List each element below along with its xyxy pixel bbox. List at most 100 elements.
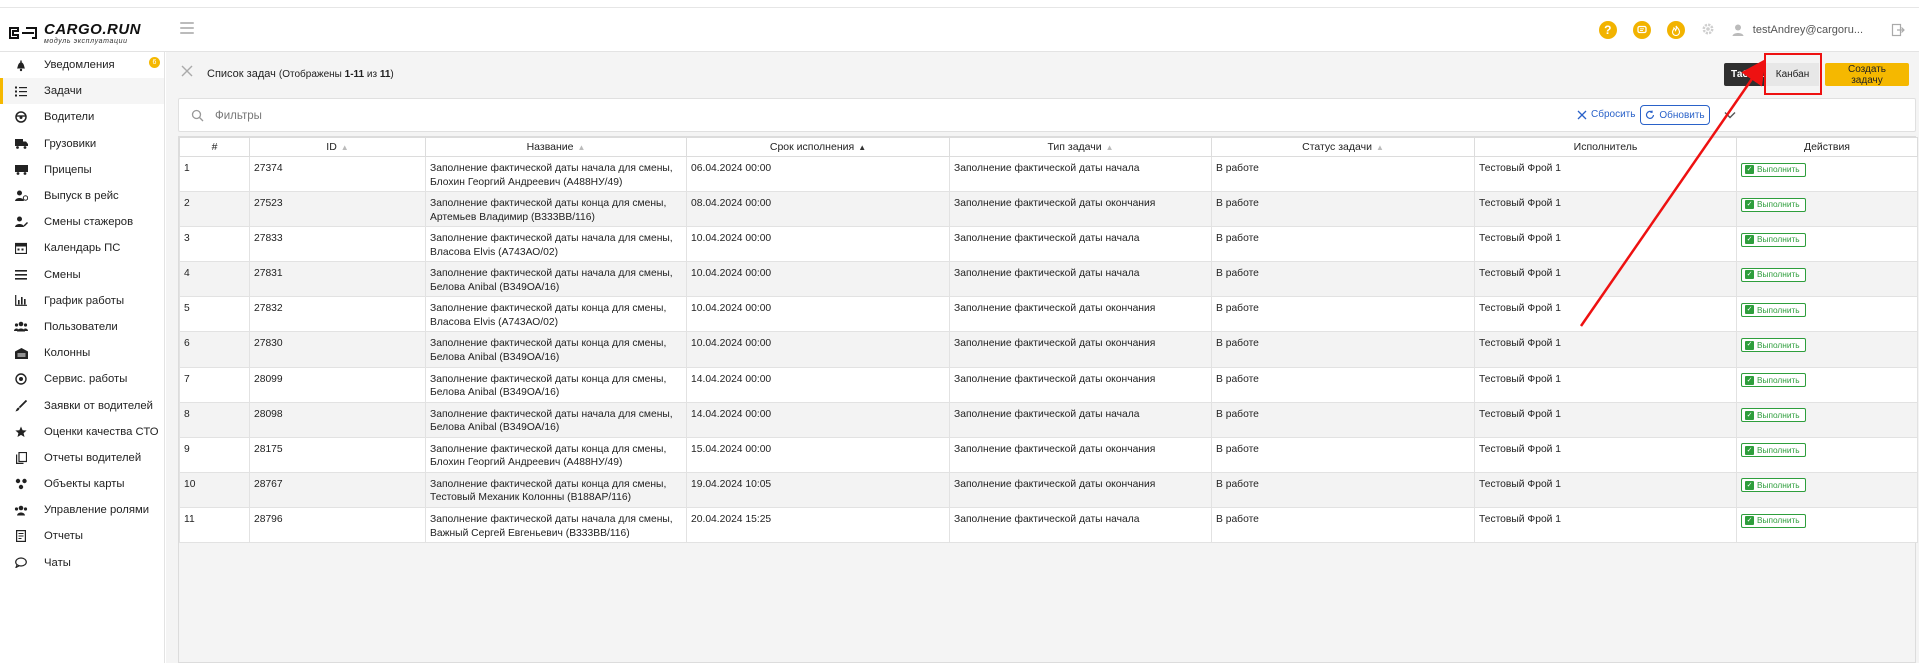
complete-task-button[interactable]: ✓ Выполнить <box>1741 197 1806 212</box>
sidebar-item-8[interactable]: Календарь ПС <box>0 235 164 261</box>
sidebar-item-5[interactable]: Прицепы <box>0 157 164 183</box>
cell-id: 27523 <box>249 191 426 228</box>
gear-icon[interactable] <box>1701 22 1717 38</box>
complete-task-button[interactable]: ✓ Выполнить <box>1741 443 1806 458</box>
cell-actions: ✓ Выполнить <box>1736 471 1918 508</box>
logout-icon[interactable] <box>1891 23 1905 37</box>
bell-icon <box>14 58 28 72</box>
sidebar-item-16[interactable]: Отчеты водителей <box>0 445 164 471</box>
sidebar-item-label: Грузовики <box>44 137 97 150</box>
table-row[interactable]: 9 28175 Заполнение фактической даты конца … <box>179 436 1918 473</box>
table-row[interactable]: 11 28796 Заполнение фактической даты начал… <box>179 506 1918 544</box>
logo[interactable]: CARGO.RUN модуль эксплуатации <box>8 21 141 45</box>
trailer-icon <box>14 163 28 177</box>
sidebar-item-15[interactable]: Оценки качества СТО <box>0 419 164 445</box>
user-icon <box>1732 24 1744 36</box>
complete-task-button[interactable]: ✓ Выполнить <box>1741 162 1806 177</box>
sidebar-item-14[interactable]: Заявки от водителей <box>0 392 164 418</box>
table-view-button[interactable]: Таблица <box>1724 63 1766 86</box>
table-row[interactable]: 8 28098 Заполнение фактической даты начала… <box>179 401 1918 438</box>
sidebar-item-4[interactable]: Грузовики <box>0 131 164 157</box>
cell-due: 10.04.2024 00:00 <box>686 261 950 298</box>
check-icon: ✓ <box>1745 445 1754 455</box>
fire-icon[interactable] <box>1666 21 1685 39</box>
cell-due: 08.04.2024 00:00 <box>686 191 950 228</box>
comment-icon <box>14 556 28 570</box>
filter-input[interactable] <box>215 106 1415 126</box>
cell-id: 27830 <box>249 331 426 368</box>
help-icon[interactable]: ? <box>1598 21 1617 39</box>
list-icon <box>14 268 28 282</box>
menu-toggle-icon[interactable] <box>180 22 194 34</box>
complete-task-button[interactable]: ✓ Выполнить <box>1741 408 1806 423</box>
sidebar-item-label: Чаты <box>44 556 71 569</box>
sidebar-item-12[interactable]: Колонны <box>0 340 164 366</box>
sidebar-item-3[interactable]: Водители <box>0 104 164 130</box>
reset-filters-button[interactable]: Сбросить <box>1577 109 1635 120</box>
column-header: Действия <box>1736 137 1918 157</box>
column-header[interactable]: ID ▲︎ <box>249 137 426 157</box>
table-row[interactable]: 5 27832 Заполнение фактической даты конца … <box>179 296 1918 333</box>
complete-task-button[interactable]: ✓ Выполнить <box>1741 232 1806 247</box>
sidebar-item-2[interactable]: Задачи <box>0 78 164 105</box>
create-task-button[interactable]: Создать задачу <box>1825 63 1909 86</box>
cell-number: 4 <box>179 261 250 298</box>
complete-task-button[interactable]: ✓ Выполнить <box>1741 338 1806 353</box>
column-header[interactable]: Тип задачи ▲︎ <box>949 137 1212 157</box>
cell-number: 10 <box>179 471 250 508</box>
sidebar-item-13[interactable]: Сервис. работы <box>0 366 164 392</box>
check-icon: ✓ <box>1745 165 1754 175</box>
table-row[interactable]: 6 27830 Заполнение фактической даты конца … <box>179 331 1918 368</box>
column-header[interactable]: Название ▲︎ <box>425 137 687 157</box>
sidebar-item-6[interactable]: Выпуск в рейс <box>0 183 164 209</box>
sidebar-item-label: Управление ролями <box>44 504 150 517</box>
cell-id: 27831 <box>249 261 426 298</box>
complete-task-button[interactable]: ✓ Выполнить <box>1741 478 1806 493</box>
column-header[interactable]: Статус задачи ▲︎ <box>1211 137 1475 157</box>
table-row[interactable]: 4 27831 Заполнение фактической даты начала… <box>179 261 1918 298</box>
column-header-label: Исполнитель <box>1573 141 1638 153</box>
table-row[interactable]: 7 28099 Заполнение фактической даты конца … <box>179 366 1918 403</box>
cell-type: Заполнение фактической даты окончания <box>949 296 1212 333</box>
sidebar-item-20[interactable]: Чаты <box>0 550 164 576</box>
sidebar-item-7[interactable]: Смены стажеров <box>0 209 164 235</box>
sidebar-item-1[interactable]: Уведомления 6 <box>0 52 164 78</box>
table-row[interactable]: 2 27523 Заполнение фактической даты конца … <box>179 191 1918 228</box>
cell-name: Заполнение фактической даты начала для с… <box>425 401 687 438</box>
page-title: Список задач (Отображены 1-11 из 11) <box>207 68 394 80</box>
cell-due: 14.04.2024 00:00 <box>686 401 950 438</box>
complete-task-button[interactable]: ✓ Выполнить <box>1741 513 1806 528</box>
refresh-button[interactable]: Обновить <box>1640 105 1710 125</box>
sidebar-item-9[interactable]: Смены <box>0 262 164 288</box>
cell-type: Заполнение фактической даты окончания <box>949 436 1212 473</box>
cell-status: В работе <box>1211 226 1475 263</box>
top-actions: ? testAndrey@cargoru... <box>1598 19 1905 41</box>
cell-number: 9 <box>179 436 250 473</box>
complete-task-button[interactable]: ✓ Выполнить <box>1741 373 1806 388</box>
sidebar-item-label: Отчеты водителей <box>44 451 142 464</box>
user-menu[interactable]: testAndrey@cargoru... <box>1731 23 1863 37</box>
sidebar-item-18[interactable]: Управление ролями <box>0 497 164 523</box>
cell-status: В работе <box>1211 401 1475 438</box>
cell-assignee: Тестовый Фрой 1 <box>1474 471 1737 508</box>
column-header[interactable]: Срок исполнения ▲ <box>686 137 950 157</box>
table-row[interactable]: 1 27374 Заполнение фактической даты начала… <box>179 155 1918 193</box>
chevron-down-icon[interactable] <box>1723 109 1737 121</box>
complete-task-button[interactable]: ✓ Выполнить <box>1741 267 1806 282</box>
notification-badge: 6 <box>149 57 160 68</box>
sidebar-item-19[interactable]: Отчеты <box>0 523 164 549</box>
close-icon[interactable] <box>180 64 194 78</box>
cell-actions: ✓ Выполнить <box>1736 331 1918 368</box>
complete-task-button[interactable]: ✓ Выполнить <box>1741 302 1806 317</box>
chat-icon[interactable] <box>1632 21 1651 39</box>
column-header-label: Тип задачи <box>1047 141 1102 153</box>
cell-status: В работе <box>1211 261 1475 298</box>
check-icon: ✓ <box>1745 305 1754 315</box>
sidebar-item-11[interactable]: Пользователи <box>0 314 164 340</box>
sidebar-item-17[interactable]: Объекты карты <box>0 471 164 497</box>
sidebar-item-10[interactable]: График работы <box>0 288 164 314</box>
table-row[interactable]: 3 27833 Заполнение фактической даты начала… <box>179 226 1918 263</box>
table-row[interactable]: 10 28767 Заполнение фактической даты конца… <box>179 471 1918 508</box>
cell-name: Заполнение фактической даты начала для с… <box>425 226 687 263</box>
cell-actions: ✓ Выполнить <box>1736 436 1918 473</box>
